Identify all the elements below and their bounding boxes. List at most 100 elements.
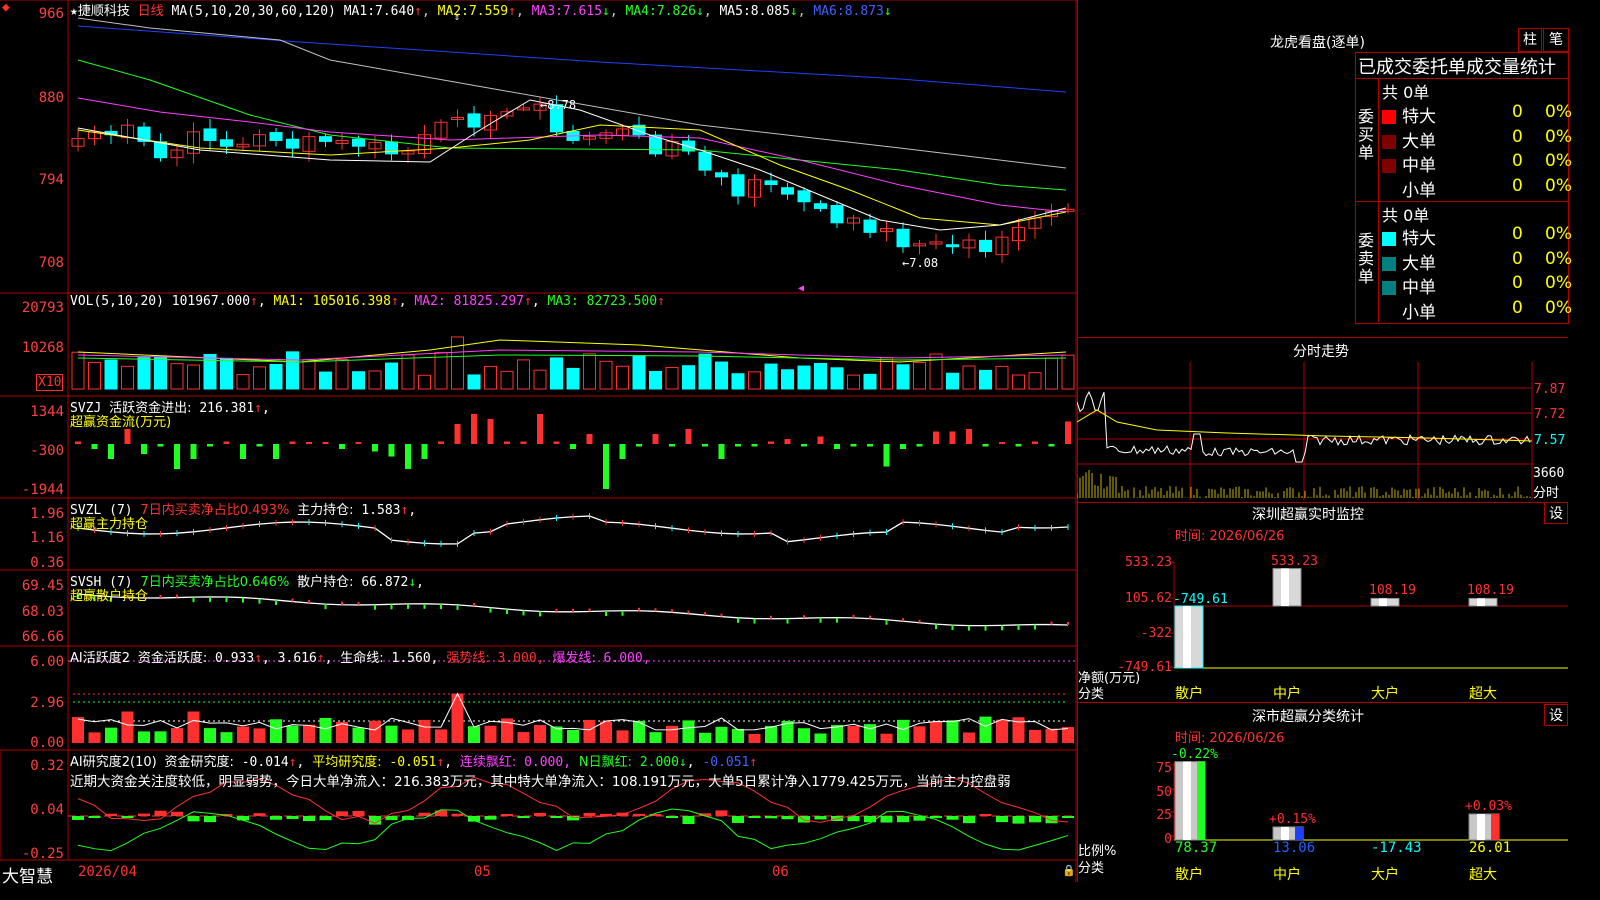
vol-bar-down (715, 361, 728, 390)
ai1-bar-down (732, 728, 744, 743)
scroll-left-icon[interactable]: ◀ (798, 283, 804, 294)
ai1-axis-top: 6.00 (30, 654, 64, 670)
sell-row-pct: 0% (1545, 224, 1572, 244)
buy-row-label: 特大 (1402, 107, 1436, 127)
lhb-title: 龙虎看盘(逐单) (1270, 35, 1365, 51)
monitor-category: 超大 (1469, 686, 1497, 702)
ai2-header: AI研究度2(10) 资金研究度: -0.014↑, 平均研究度: -0.051… (70, 755, 758, 770)
vol-bar-up (599, 360, 613, 390)
lock-icon[interactable]: 🔒 (1062, 864, 1076, 877)
vol-unit-badge[interactable]: X10 (36, 374, 64, 391)
svzj-bar-in (322, 442, 329, 444)
intraday-title: 分时走势 (1293, 344, 1349, 360)
svzj-bar-out (157, 444, 164, 447)
ai1-bar-down (682, 720, 695, 743)
ai1-bar-up (418, 719, 431, 743)
sell-row-label: 特大 (1402, 229, 1436, 249)
buy-color-swatch (1382, 134, 1396, 149)
period-label[interactable]: 日线 (138, 4, 164, 19)
class-change-label: +0.03% (1465, 798, 1512, 814)
intraday-axis-low: 7.57 (1534, 433, 1566, 448)
svsh-axis-top: 69.45 (21, 578, 64, 594)
class-axis-1: 50 (1156, 785, 1172, 800)
ai1-bar-up (1045, 728, 1058, 743)
ai1-bar-down (814, 733, 827, 743)
ai2-axis-mid: 0.04 (30, 802, 64, 818)
intraday-chart[interactable] (1077, 362, 1568, 500)
ai2-bar-up (138, 813, 150, 816)
sell-row: 中单 0 0% (1382, 273, 1572, 298)
vol-axis-top: 20793 (21, 300, 64, 316)
buy-color-swatch (1382, 110, 1396, 124)
monitor-category: 大户 (1371, 686, 1399, 702)
ai1-bar-up (402, 729, 414, 743)
ai2-axis-top: 0.32 (30, 758, 64, 774)
sell-color-swatch (1382, 256, 1396, 271)
stock-name[interactable]: 捷顺科技 (78, 4, 130, 19)
ai2-bar-up (979, 814, 992, 816)
vol-bar-down (203, 353, 217, 390)
ai2-bar-down (550, 816, 563, 818)
svzj-bar-out (834, 444, 840, 449)
monitor-settings-button[interactable]: 设 (1544, 502, 1568, 524)
vol-bar-up (847, 374, 860, 390)
class-bar-accent (1197, 761, 1205, 840)
ai1-bar-down (765, 725, 777, 743)
vol-bar-up (88, 361, 101, 390)
low-price-mark: ←7.08 (902, 256, 939, 270)
ai1-axis-bottom: 0.00 (30, 735, 64, 751)
class-bar-accent (1491, 813, 1499, 840)
vol-bar-up (170, 363, 184, 390)
ai2-bar-down (880, 816, 893, 823)
svzj-bar-out (669, 444, 675, 447)
ai1-bar-up (237, 726, 249, 743)
svzj-bar-out (240, 444, 246, 459)
kline-chart[interactable] (0, 0, 1077, 882)
lhb-tick-toggle[interactable]: 笔 (1543, 28, 1569, 52)
sell-color-swatch (1382, 281, 1396, 295)
ai1-line (77, 692, 1069, 731)
svzj-bar-in (454, 424, 461, 444)
price-axis-880: 880 (38, 90, 64, 106)
svzj-bar-in (768, 441, 774, 444)
ai2-comment: 近期大资金关注度较低，明显弱势，今日大单净流入：216.383万元，其中特大单净… (70, 774, 1011, 790)
svzj-bar-out (751, 444, 758, 447)
candle-down (467, 113, 481, 128)
vol-bar-down (286, 351, 299, 390)
ai2-bar-up (435, 810, 447, 816)
class-bar-highlight (1183, 761, 1191, 840)
ai1-bar-up (600, 721, 612, 743)
vol-bar-down (764, 363, 778, 390)
ai2-bar-down (303, 816, 315, 822)
class-axis-3: 0 (1164, 832, 1172, 847)
candle-down (830, 204, 844, 224)
class-settings-button[interactable]: 设 (1544, 704, 1568, 726)
ai1-bar-up (534, 725, 546, 743)
intraday-axis-mid: 7.72 (1534, 407, 1566, 422)
ai2-bar-down (946, 816, 959, 820)
favorite-star-icon[interactable]: ★ (70, 4, 78, 19)
class-change-label: -0.22% (1171, 746, 1218, 762)
candle-down (781, 187, 794, 195)
ai1-bar-down (270, 719, 282, 743)
lhb-bar-toggle[interactable]: 柱 (1518, 28, 1542, 52)
buy-row: 小单 0 0% (1382, 176, 1572, 201)
svzj-bar-out (256, 444, 263, 447)
vol-bar-down (566, 367, 580, 390)
vol-bar-down (814, 362, 827, 390)
class-change-label: +0.15% (1269, 811, 1316, 827)
ai1-bar-up (930, 721, 942, 743)
vol-bar-up (484, 365, 497, 390)
svzl-subtitle: 超赢主力持仓 (70, 517, 149, 532)
svzj-bar-out (850, 444, 857, 447)
buy-row-label: 大单 (1402, 131, 1436, 152)
ai2-bar-down (121, 816, 134, 818)
ai2-bar-down (864, 816, 876, 823)
buy-row-pct: 0% (1545, 151, 1572, 171)
vol-bar-down (896, 364, 910, 390)
monitor-bar-label: -749.61 (1173, 592, 1228, 607)
ai2-bar-down (963, 816, 975, 824)
vol-bar-down (220, 357, 233, 390)
ma-header: ★捷顺科技 日线 MA(5,10,20,30,60,120) MA1:7.640… (70, 4, 892, 19)
ai1-bar-down (715, 726, 728, 743)
